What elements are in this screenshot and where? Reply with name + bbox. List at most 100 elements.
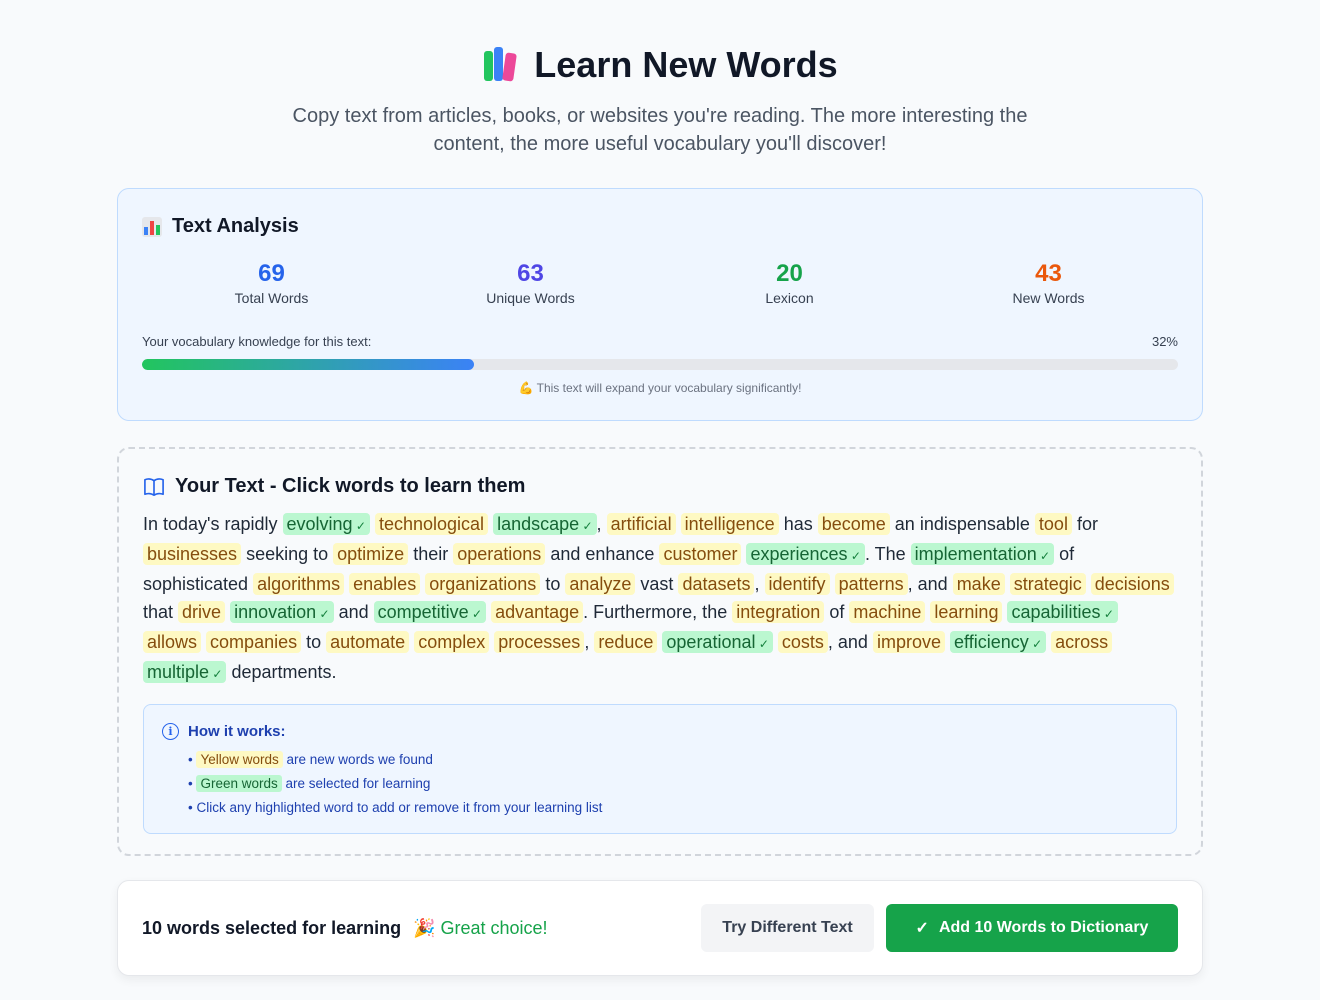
try-button-label: Try Different Text bbox=[722, 919, 853, 936]
new-word[interactable]: tool bbox=[1034, 513, 1072, 535]
selected-word[interactable]: evolving bbox=[282, 513, 370, 535]
analysis-title: Text Analysis bbox=[172, 215, 299, 237]
new-word[interactable]: complex bbox=[414, 631, 490, 653]
info-icon: i bbox=[162, 723, 179, 740]
new-word[interactable]: improve bbox=[872, 631, 945, 653]
new-word[interactable]: automate bbox=[326, 631, 410, 653]
text-analysis-card: Text Analysis 69 Total Words 63 Unique W… bbox=[117, 188, 1203, 421]
selected-word[interactable]: innovation bbox=[230, 601, 334, 623]
plain-text: their bbox=[413, 544, 449, 564]
page-title: Learn New Words bbox=[482, 44, 838, 86]
selected-word[interactable]: operational bbox=[662, 631, 773, 653]
selected-word[interactable]: capabilities bbox=[1007, 601, 1118, 623]
plain-text: departments. bbox=[231, 662, 337, 682]
new-word[interactable]: advantage bbox=[491, 601, 584, 623]
new-word[interactable]: learning bbox=[930, 601, 1003, 623]
knowledge-row: Your vocabulary knowledge for this text:… bbox=[142, 334, 1178, 349]
selected-word[interactable]: landscape bbox=[493, 513, 597, 535]
selected-word[interactable]: efficiency bbox=[950, 631, 1047, 653]
new-word[interactable]: drive bbox=[178, 601, 226, 623]
new-word[interactable]: technological bbox=[374, 513, 489, 535]
new-word[interactable]: intelligence bbox=[680, 513, 779, 535]
stat-value: 20 bbox=[776, 260, 803, 287]
progress-note: 💪 This text will expand your vocabulary … bbox=[518, 381, 802, 395]
plain-text: seeking to bbox=[246, 544, 329, 564]
analysis-heading: Text Analysis bbox=[142, 215, 1178, 238]
selected-count: 10 words selected for learning bbox=[142, 917, 402, 938]
new-word[interactable]: businesses bbox=[143, 543, 242, 565]
new-word[interactable]: patterns bbox=[834, 573, 908, 595]
new-word[interactable]: companies bbox=[206, 631, 302, 653]
plain-text: , bbox=[584, 632, 590, 652]
new-word[interactable]: become bbox=[817, 513, 890, 535]
new-word[interactable]: operations bbox=[453, 543, 546, 565]
list-item: • Green words are selected for learning bbox=[188, 775, 431, 792]
text-title: Your Text - Click words to learn them bbox=[175, 475, 526, 497]
new-word[interactable]: allows bbox=[143, 631, 202, 653]
try-different-text-button[interactable]: Try Different Text bbox=[701, 904, 874, 952]
plain-text: to bbox=[306, 632, 322, 652]
action-footer: 10 words selected for learning 🎉 Great c… bbox=[117, 880, 1203, 976]
new-word[interactable]: organizations bbox=[425, 573, 541, 595]
plain-text: , bbox=[754, 574, 760, 594]
new-word[interactable]: costs bbox=[777, 631, 828, 653]
add-button-label: Add 10 Words to Dictionary bbox=[938, 919, 1149, 936]
green-tag: Green words bbox=[196, 775, 282, 792]
plain-text: vast bbox=[640, 574, 674, 594]
new-word[interactable]: algorithms bbox=[253, 573, 345, 595]
new-word[interactable]: enables bbox=[349, 573, 421, 595]
green-desc: are selected for learning bbox=[281, 776, 431, 791]
new-word[interactable]: processes bbox=[494, 631, 585, 653]
new-word[interactable]: decisions bbox=[1090, 573, 1174, 595]
new-word[interactable]: analyze bbox=[565, 573, 636, 595]
click-desc: Click any highlighted word to add or rem… bbox=[196, 800, 603, 815]
books-icon bbox=[482, 47, 520, 83]
plain-text: an indispensable bbox=[894, 514, 1030, 534]
new-word[interactable]: optimize bbox=[333, 543, 409, 565]
plain-text: , and bbox=[827, 632, 868, 652]
plain-text: and bbox=[338, 602, 369, 622]
how-it-works-heading: i How it works: bbox=[162, 723, 1158, 740]
text-passage: In today's rapidly evolving technologica… bbox=[143, 510, 1177, 688]
text-heading: Your Text - Click words to learn them bbox=[143, 475, 1177, 498]
new-word[interactable]: machine bbox=[849, 601, 926, 623]
stat-label: Total Words bbox=[234, 290, 309, 306]
stat-value: 69 bbox=[258, 260, 285, 287]
stat-lexicon: 20 Lexicon bbox=[660, 260, 919, 306]
new-word[interactable]: integration bbox=[732, 601, 825, 623]
stats-row: 69 Total Words 63 Unique Words 20 Lexico… bbox=[142, 260, 1178, 306]
plain-text: . The bbox=[864, 544, 906, 564]
new-word[interactable]: artificial bbox=[606, 513, 676, 535]
new-word[interactable]: strategic bbox=[1009, 573, 1086, 595]
page-header: Learn New Words Copy text from articles,… bbox=[0, 0, 1320, 158]
new-word[interactable]: customer bbox=[659, 543, 742, 565]
list-item: • Yellow words are new words we found bbox=[188, 751, 433, 768]
selected-word[interactable]: implementation bbox=[910, 543, 1055, 565]
check-icon: ✓ bbox=[915, 920, 929, 937]
great-choice-text: 🎉 Great choice! bbox=[413, 917, 548, 938]
how-it-works-box: i How it works: • Yellow words are new w… bbox=[143, 704, 1177, 834]
stat-total-words: 69 Total Words bbox=[142, 260, 401, 306]
selected-word[interactable]: experiences bbox=[746, 543, 865, 565]
stat-label: Lexicon bbox=[765, 290, 814, 306]
knowledge-label: Your vocabulary knowledge for this text: bbox=[142, 334, 372, 349]
selected-word[interactable]: competitive bbox=[373, 601, 487, 623]
plain-text: and enhance bbox=[550, 544, 655, 564]
your-text-card: Your Text - Click words to learn them In… bbox=[117, 447, 1203, 856]
new-word[interactable]: identify bbox=[764, 573, 830, 595]
add-to-dictionary-button[interactable]: ✓ Add 10 Words to Dictionary bbox=[886, 904, 1178, 952]
new-word[interactable]: reduce bbox=[594, 631, 658, 653]
new-word[interactable]: make bbox=[952, 573, 1005, 595]
new-word[interactable]: across bbox=[1051, 631, 1113, 653]
plain-text: of bbox=[829, 602, 845, 622]
plain-text: has bbox=[783, 514, 813, 534]
knowledge-percent: 32% bbox=[1151, 334, 1178, 349]
stat-label: New Words bbox=[1012, 290, 1085, 306]
new-word[interactable]: datasets bbox=[678, 573, 755, 595]
knowledge-progress-bar bbox=[142, 359, 1178, 370]
plain-text: , bbox=[596, 514, 602, 534]
plain-text: for bbox=[1076, 514, 1098, 534]
yellow-tag: Yellow words bbox=[196, 751, 283, 768]
knowledge-progress-fill bbox=[142, 359, 474, 370]
selected-word[interactable]: multiple bbox=[143, 661, 227, 683]
